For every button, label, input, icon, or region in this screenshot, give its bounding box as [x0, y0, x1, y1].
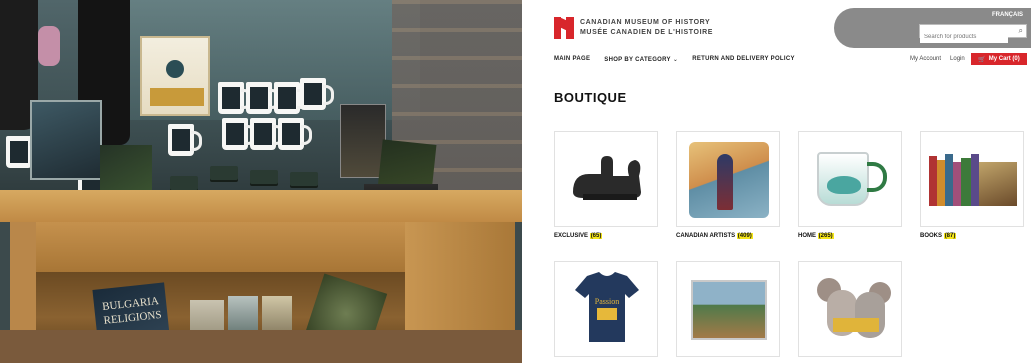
header-utility-bar: FRANÇAIS ⌕	[834, 8, 1031, 48]
museum-shop-photo: BULGARIA RELIGIONS	[0, 0, 522, 363]
book-spine	[953, 162, 961, 206]
category-name: EXCLUSIVE	[554, 233, 589, 239]
category-count: (409)	[736, 233, 753, 239]
whale-decoration	[827, 176, 861, 194]
puzzle-box-image	[691, 280, 767, 340]
book-cover-image	[979, 162, 1017, 206]
category-tile-exclusive[interactable]	[554, 131, 658, 227]
nav-shop-by-category[interactable]: SHOP BY CATEGORY ⌄	[604, 56, 678, 63]
shopper-figure-pink	[38, 26, 60, 66]
mug	[6, 136, 40, 168]
display-table-top	[0, 190, 522, 222]
svg-text:Passion: Passion	[595, 297, 619, 306]
category-count: (265)	[817, 233, 834, 239]
search-box: ⌕	[919, 24, 1027, 43]
coaster	[170, 176, 198, 190]
category-tile-canadian-artists[interactable]	[676, 131, 780, 227]
category-label-books[interactable]: BOOKS (87)	[920, 233, 957, 239]
nav-shop-by-category-label: SHOP BY CATEGORY	[604, 57, 671, 63]
category-count: (87)	[943, 233, 957, 239]
category-tile-books[interactable]	[920, 131, 1024, 227]
mug	[168, 124, 202, 156]
chevron-down-icon: ⌄	[672, 57, 679, 63]
cart-label: My Cart (0)	[988, 56, 1020, 62]
tshirt-product-image: Passion	[575, 272, 639, 342]
category-name: HOME	[798, 233, 816, 239]
category-name: BOOKS	[920, 233, 943, 239]
nav-return-delivery-policy[interactable]: RETURN AND DELIVERY POLICY	[692, 56, 795, 63]
mug-handle	[867, 162, 887, 192]
mug	[250, 118, 284, 150]
coaster	[290, 172, 318, 186]
logo-name-french: MUSÉE CANADIEN DE L'HISTOIRE	[580, 29, 714, 36]
book-display	[100, 145, 152, 191]
page-title: BOUTIQUE	[554, 90, 627, 105]
main-navigation: MAIN PAGE SHOP BY CATEGORY ⌄ RETURN AND D…	[554, 56, 795, 63]
museum-logo-text[interactable]: CANADIAN MUSEUM OF HISTORY MUSÉE CANADIE…	[580, 18, 713, 38]
cart-button[interactable]: 🛒 My Cart (0)	[971, 53, 1027, 65]
language-toggle-link[interactable]: FRANÇAIS	[992, 12, 1023, 18]
search-icon[interactable]: ⌕	[1019, 26, 1023, 36]
coaster	[210, 166, 238, 180]
display-poster	[140, 36, 210, 116]
category-count: (65)	[589, 233, 603, 239]
logo-name-english: CANADIAN MUSEUM OF HISTORY	[580, 19, 711, 26]
category-label-home[interactable]: HOME (265)	[798, 233, 834, 239]
category-label-exclusive[interactable]: EXCLUSIVE (65)	[554, 233, 603, 239]
category-tile-toys[interactable]	[798, 261, 902, 357]
coaster	[250, 170, 278, 184]
mug	[218, 82, 252, 114]
framed-print	[30, 100, 102, 180]
mug	[222, 118, 256, 150]
book-spine	[961, 158, 971, 206]
my-account-link[interactable]: My Account	[910, 56, 941, 62]
category-tile-clothing[interactable]: Passion	[554, 261, 658, 357]
category-tile-puzzles[interactable]	[676, 261, 780, 357]
cart-icon: 🛒	[978, 56, 986, 63]
account-links: My Account Login	[910, 56, 965, 62]
mug	[300, 78, 334, 110]
museum-logo-icon[interactable]	[554, 17, 574, 39]
mug	[274, 82, 308, 114]
nav-main-page[interactable]: MAIN PAGE	[554, 56, 590, 63]
book-spine	[971, 154, 979, 206]
floor	[0, 330, 522, 363]
category-tile-home[interactable]	[798, 131, 902, 227]
mug	[246, 82, 280, 114]
plush-outfit	[833, 318, 879, 332]
category-name: CANADIAN ARTISTS	[676, 233, 736, 239]
boutique-website: CANADIAN MUSEUM OF HISTORY MUSÉE CANADIE…	[530, 0, 1031, 363]
mug	[278, 118, 312, 150]
book-spine	[937, 160, 945, 206]
book-spine	[929, 156, 937, 206]
login-link[interactable]: Login	[950, 56, 965, 62]
book-spine	[945, 154, 953, 206]
category-label-canadian-artists[interactable]: CANADIAN ARTISTS (409)	[676, 233, 753, 239]
search-input[interactable]	[920, 31, 1008, 43]
sculpture-product-image	[573, 156, 641, 200]
artwork-figure	[717, 154, 733, 210]
